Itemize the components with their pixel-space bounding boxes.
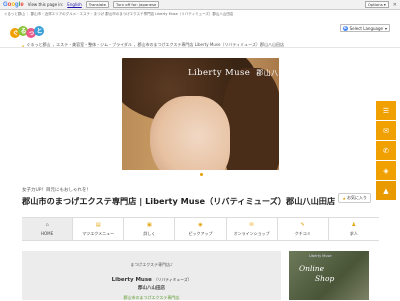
- menu-item-reviews[interactable]: ✎ クチコミ: [278, 218, 329, 240]
- page-title: 郡山市のまつげエクステ専門店 | Liberty Muse（リバティミューズ）郡…: [22, 195, 352, 207]
- online-shop-small: Liberty Muse: [309, 254, 332, 258]
- page-subtitle: 女子力UP！目元にもおしゃれを！: [22, 188, 92, 193]
- comment-icon: ✎: [300, 221, 305, 228]
- intro-box: まつげエクステ専門店♪ Liberty Muse （リバティミューズ） 郡山八山田…: [22, 251, 281, 300]
- online-shop-line2: Shop: [315, 274, 335, 283]
- svg-text:ぐ: ぐ: [13, 30, 19, 37]
- menu-label: クチコミ: [294, 230, 311, 236]
- phone-icon: ✆: [383, 146, 389, 155]
- menu-label: 求人: [349, 230, 358, 236]
- side-menu-button[interactable]: ☰: [376, 101, 396, 120]
- store-branch: 郡山八山田店: [138, 286, 165, 291]
- menu-label: マツエクメニュー: [82, 230, 115, 236]
- online-shop-line1: Online: [299, 264, 325, 273]
- menu-item-details[interactable]: ▣ 詳しく: [124, 218, 176, 240]
- svg-text:る: る: [21, 28, 27, 35]
- hero-title: Liberty Muse 郡山八山田: [188, 68, 279, 78]
- pickup-icon: ◉: [198, 221, 203, 228]
- svg-text:っ: っ: [29, 30, 35, 37]
- hero-face: [150, 96, 230, 170]
- menu-item-online-shop[interactable]: ✉ オンラインショップ: [227, 218, 278, 240]
- top-breadcrumb: ぐるっと郡山 ｜ 郡山市・近郊エリアのグルメ・エステ・まつげ 郡山市のまつげエク…: [4, 12, 234, 16]
- store-name: Liberty Muse （リバティミューズ）: [22, 277, 281, 283]
- list-icon: ▤: [95, 221, 101, 228]
- language-select[interactable]: English: [67, 2, 81, 7]
- online-shop-banner[interactable]: Liberty Muse Online Shop: [289, 251, 369, 300]
- menu-label: ピックアップ: [188, 230, 213, 236]
- star-icon: ★: [342, 195, 346, 201]
- translate-button[interactable]: Translate: [85, 1, 109, 8]
- svg-text:と: と: [37, 28, 43, 35]
- store-name-kana: （リバティミューズ）: [153, 277, 192, 282]
- info-icon: ▣: [146, 221, 152, 228]
- store-menu: ⌂ HOME ▤ マツエクメニュー ▣ 詳しく ◉ ピックアップ ✉ オンライン…: [22, 217, 379, 241]
- mail-icon: ✉: [383, 126, 389, 135]
- hero-image: Liberty Muse 郡山八山田: [122, 58, 279, 170]
- google-translate-bar: Google View this page in: English Transl…: [0, 0, 400, 10]
- google-logo: Google: [3, 1, 24, 8]
- map-icon: ◈: [383, 166, 389, 175]
- intro-text: まつげエクステ専門店♪: [130, 262, 173, 267]
- side-phone-button[interactable]: ✆: [376, 141, 396, 160]
- shop-icon: ✉: [249, 221, 254, 228]
- store-name-en: Liberty Muse: [111, 277, 152, 283]
- hero-title-jp: 郡山八山田: [256, 69, 279, 77]
- recruit-icon: ♟: [351, 221, 357, 228]
- side-mail-button[interactable]: ✉: [376, 121, 396, 140]
- menu-label: オンラインショップ: [233, 230, 270, 236]
- back-to-top-button[interactable]: ▲: [376, 181, 396, 200]
- side-map-button[interactable]: ◈: [376, 161, 396, 180]
- top-arrow-icon: ▲: [383, 186, 389, 195]
- options-button[interactable]: Options ▾: [365, 1, 389, 8]
- menu-item-menu[interactable]: ▤ マツエクメニュー: [73, 218, 125, 240]
- menu-label: HOME: [41, 231, 54, 236]
- chevron-down-icon: ▾: [384, 25, 387, 31]
- favorite-button[interactable]: ★ お気に入り: [338, 193, 371, 203]
- site-logo[interactable]: ぐ る っ と: [9, 21, 45, 43]
- hero-title-en: Liberty Muse: [188, 68, 251, 78]
- turn-off-button[interactable]: Turn off for: Japanese: [113, 1, 160, 8]
- close-icon[interactable]: ✕: [393, 2, 397, 8]
- google-g-icon: G: [342, 25, 348, 31]
- side-buttons: ☰ ✉ ✆ ◈ ▲: [376, 101, 396, 200]
- store-link[interactable]: 郡山市のまつげエクステ専門店: [22, 295, 281, 301]
- menu-item-recruit[interactable]: ♟ 求人: [329, 218, 379, 240]
- page-title-text: 郡山市のまつげエクステ専門店 | Liberty Muse（リバティミューズ）郡…: [22, 196, 336, 206]
- hero-hair-back: [222, 68, 279, 170]
- select-language-label: Select Language: [349, 25, 383, 31]
- menu-item-home[interactable]: ⌂ HOME: [22, 218, 74, 240]
- divider: [0, 47, 400, 48]
- menu-item-pickup[interactable]: ◉ ピックアップ: [175, 218, 227, 240]
- menu-icon: ☰: [382, 106, 390, 115]
- view-page-label: View this page in:: [27, 2, 64, 7]
- home-icon: ⌂: [45, 222, 49, 228]
- favorite-label: お気に入り: [347, 195, 367, 200]
- menu-label: 詳しく: [143, 230, 156, 236]
- slider-dot[interactable]: [200, 173, 203, 176]
- select-language-button[interactable]: G Select Language ▾: [339, 24, 390, 32]
